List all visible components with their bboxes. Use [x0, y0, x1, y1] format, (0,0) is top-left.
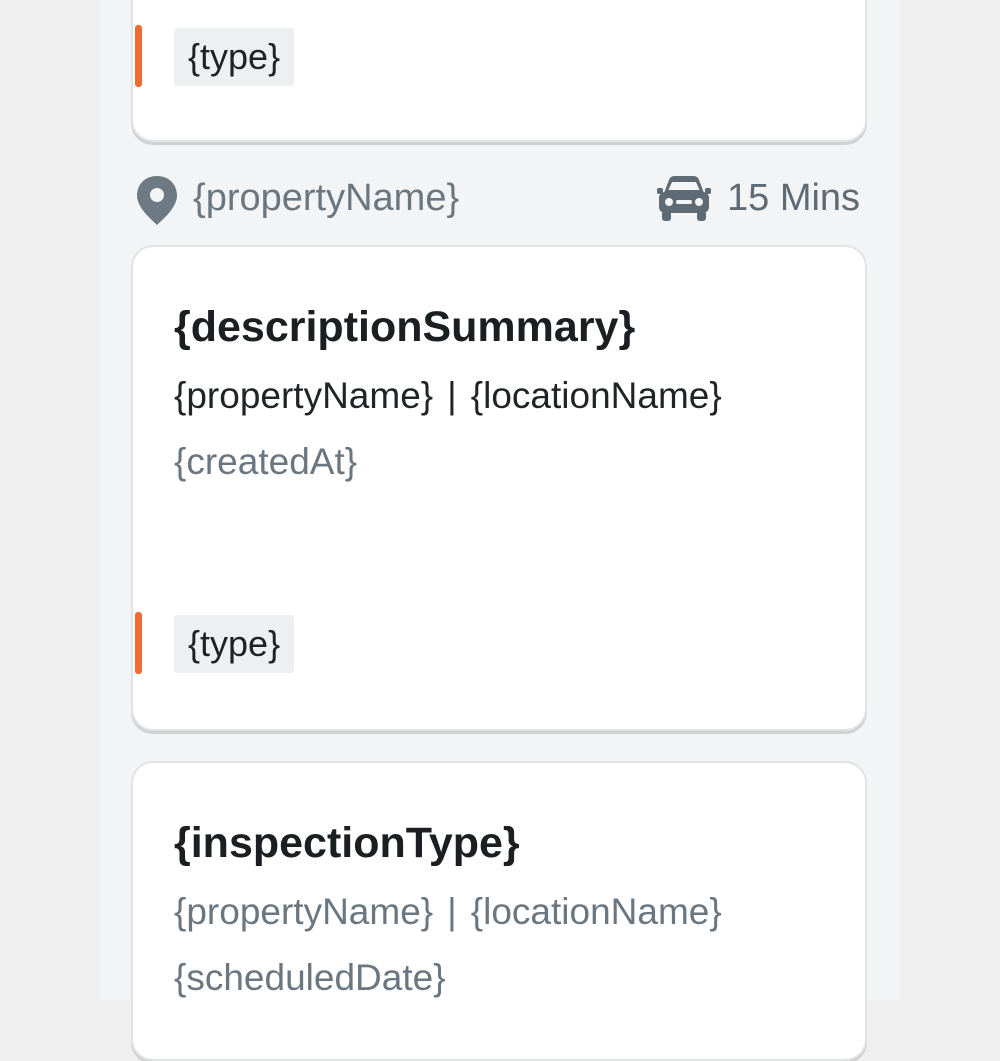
card-title: {descriptionSummary} [174, 303, 636, 351]
card-property: {propertyName} [174, 375, 434, 416]
task-list: {type} {propertyName} 15 Mins {descripti… [100, 0, 900, 1061]
card-location: {locationName} [470, 375, 722, 416]
type-chip: {type} [174, 28, 295, 86]
card-date: {scheduledDate} [174, 957, 446, 998]
card-date: {createdAt} [174, 441, 358, 482]
group-header: {propertyName} 15 Mins [131, 170, 867, 230]
travel-time: 15 Mins [727, 177, 861, 219]
separator: | [447, 375, 457, 416]
card-property: {propertyName} [174, 891, 434, 932]
task-card[interactable]: {descriptionSummary} {propertyName} | {loc… [131, 245, 867, 731]
location-pin-icon [137, 176, 177, 225]
card-location-line: {propertyName} | {locationName} [174, 377, 722, 414]
priority-indicator [135, 612, 142, 674]
car-icon [657, 176, 711, 221]
inspection-card[interactable]: {inspectionType} {propertyName} | {locatio… [131, 761, 867, 1061]
priority-indicator [135, 25, 142, 87]
separator: | [447, 891, 457, 932]
card-location: {locationName} [470, 891, 722, 932]
card-location-line: {propertyName} | {locationName} [174, 893, 722, 930]
task-card[interactable]: {type} [131, 0, 867, 142]
group-property-name: {propertyName} [193, 177, 460, 219]
card-title: {inspectionType} [174, 819, 520, 867]
type-chip: {type} [174, 615, 295, 673]
